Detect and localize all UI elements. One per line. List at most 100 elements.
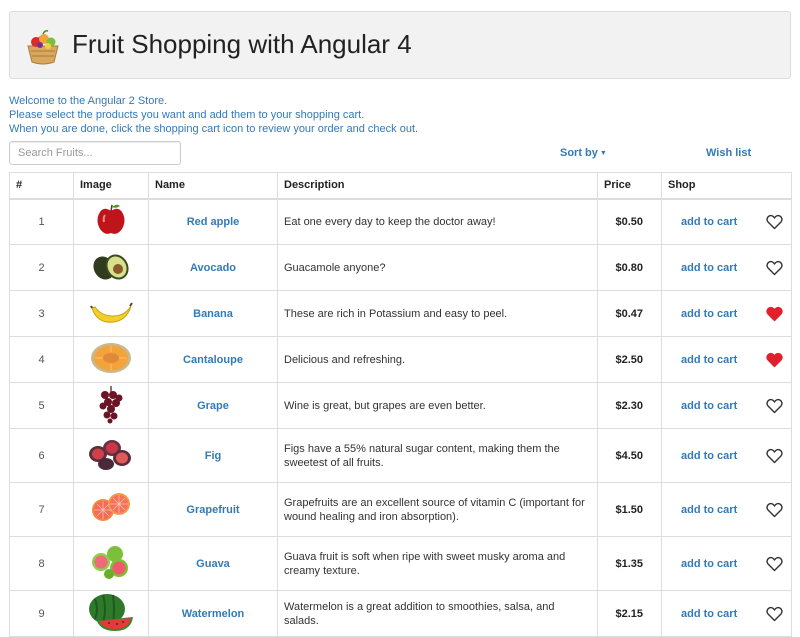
product-price: $0.50 [597,198,662,245]
add-to-cart-link[interactable]: add to cart [681,450,737,462]
column-header-shop: Shop [661,172,792,200]
product-image-cell [73,244,149,291]
heart-filled-icon[interactable] [766,306,783,322]
products-table: # Image Name Description Price Shop 1 Red… [9,172,792,637]
heart-outline-icon[interactable] [766,448,783,464]
welcome-line: Please select the products you want and … [9,109,365,121]
heart-filled-icon[interactable] [766,352,783,368]
product-price: $0.80 [597,244,662,291]
row-number: 9 [9,590,74,637]
product-price: $2.50 [597,336,662,383]
search-input[interactable] [9,141,181,165]
welcome-message: Welcome to the Angular 2 Store. Please s… [9,94,418,136]
product-image-cell [73,290,149,337]
column-header-name: Name [148,172,278,200]
shop-cell: add to cart [661,428,792,483]
shop-cell: add to cart [661,482,792,537]
welcome-line: When you are done, click the shopping ca… [9,123,419,135]
row-number: 6 [9,428,74,483]
row-number: 7 [9,482,74,537]
shop-cell: add to cart [661,290,792,337]
product-name-link[interactable]: Cantaloupe [148,336,278,383]
product-image-cell [73,428,149,483]
product-name-link[interactable]: Avocado [148,244,278,291]
heart-outline-icon[interactable] [766,260,783,276]
table-row: 2 Avocado Guacamole anyone? $0.80 add to car… [9,244,792,291]
heart-outline-icon[interactable] [766,214,783,230]
row-number: 5 [9,382,74,429]
product-description: Guava fruit is soft when ripe with sweet… [277,536,598,591]
product-description: Watermelon is a great addition to smooth… [277,590,598,637]
product-price: $0.47 [597,290,662,337]
add-to-cart-link[interactable]: add to cart [681,504,737,516]
row-number: 2 [9,244,74,291]
guava-icon [89,544,133,583]
product-image-cell [73,382,149,429]
grapefruit-icon [89,490,133,529]
add-to-cart-link[interactable]: add to cart [681,558,737,570]
product-description: Wine is great, but grapes are even bette… [277,382,598,429]
product-name-link[interactable]: Grape [148,382,278,429]
add-to-cart-link[interactable]: add to cart [681,354,737,366]
table-row: 5 Grape Wine is great, but grapes are even… [9,382,792,429]
add-to-cart-link[interactable]: add to cart [681,308,737,320]
product-price: $2.15 [597,590,662,637]
product-price: $2.30 [597,382,662,429]
shop-cell: add to cart [661,590,792,637]
add-to-cart-link[interactable]: add to cart [681,608,737,620]
product-image-cell [73,198,149,245]
avocado-icon [89,248,133,287]
wish-list-link[interactable]: Wish list [706,147,751,159]
product-price: $1.50 [597,482,662,537]
table-row: 6 Fig Figs have a 55% natural sugar conten… [9,428,792,483]
heart-outline-icon[interactable] [766,606,783,622]
fig-icon [88,436,134,475]
product-description: Delicious and refreshing. [277,336,598,383]
table-row: 1 Red apple Eat one every day to keep the … [9,198,792,245]
apple-icon [91,202,131,241]
table-row: 3 Banana These are rich in Potassium and e… [9,290,792,337]
sort-by-label: Sort by [560,147,598,159]
product-image-cell [73,536,149,591]
product-description: Figs have a 55% natural sugar content, m… [277,428,598,483]
add-to-cart-link[interactable]: add to cart [681,216,737,228]
table-header-row: # Image Name Description Price Shop [9,172,792,200]
heart-outline-icon[interactable] [766,502,783,518]
product-name-link[interactable]: Guava [148,536,278,591]
product-image-cell [73,482,149,537]
shop-cell: add to cart [661,244,792,291]
add-to-cart-link[interactable]: add to cart [681,400,737,412]
row-number: 8 [9,536,74,591]
table-row: 8 Guava Guava fruit is soft when ripe with… [9,536,792,591]
add-to-cart-link[interactable]: add to cart [681,262,737,274]
caret-down-icon: ▼ [599,149,607,157]
product-name-link[interactable]: Watermelon [148,590,278,637]
product-description: Guacamole anyone? [277,244,598,291]
product-description: Eat one every day to keep the doctor awa… [277,198,598,245]
product-name-link[interactable]: Red apple [148,198,278,245]
product-price: $1.35 [597,536,662,591]
product-image-cell [73,590,149,637]
grape-icon [91,384,131,427]
row-number: 4 [9,336,74,383]
sort-by-dropdown[interactable]: Sort by ▼ [560,147,607,159]
product-name-link[interactable]: Banana [148,290,278,337]
product-name-link[interactable]: Grapefruit [148,482,278,537]
table-row: 7 Grapefruit Grapefruits are an excellent … [9,482,792,537]
page-title: Fruit Shopping with Angular 4 [72,29,412,59]
heart-outline-icon[interactable] [766,398,783,414]
column-header-price: Price [597,172,662,200]
shop-cell: add to cart [661,382,792,429]
heart-outline-icon[interactable] [766,556,783,572]
watermelon-icon [87,591,135,636]
welcome-line: Welcome to the Angular 2 Store. [9,95,168,107]
banana-icon [89,294,133,333]
product-name-link[interactable]: Fig [148,428,278,483]
column-header-image: Image [73,172,149,200]
column-header-description: Description [277,172,598,200]
row-number: 1 [9,198,74,245]
fruit-basket-icon [27,30,59,65]
product-description: Grapefruits are an excellent source of v… [277,482,598,537]
shop-cell: add to cart [661,198,792,245]
table-row: 9 Watermelon Watermelon is a great additio… [9,590,792,637]
